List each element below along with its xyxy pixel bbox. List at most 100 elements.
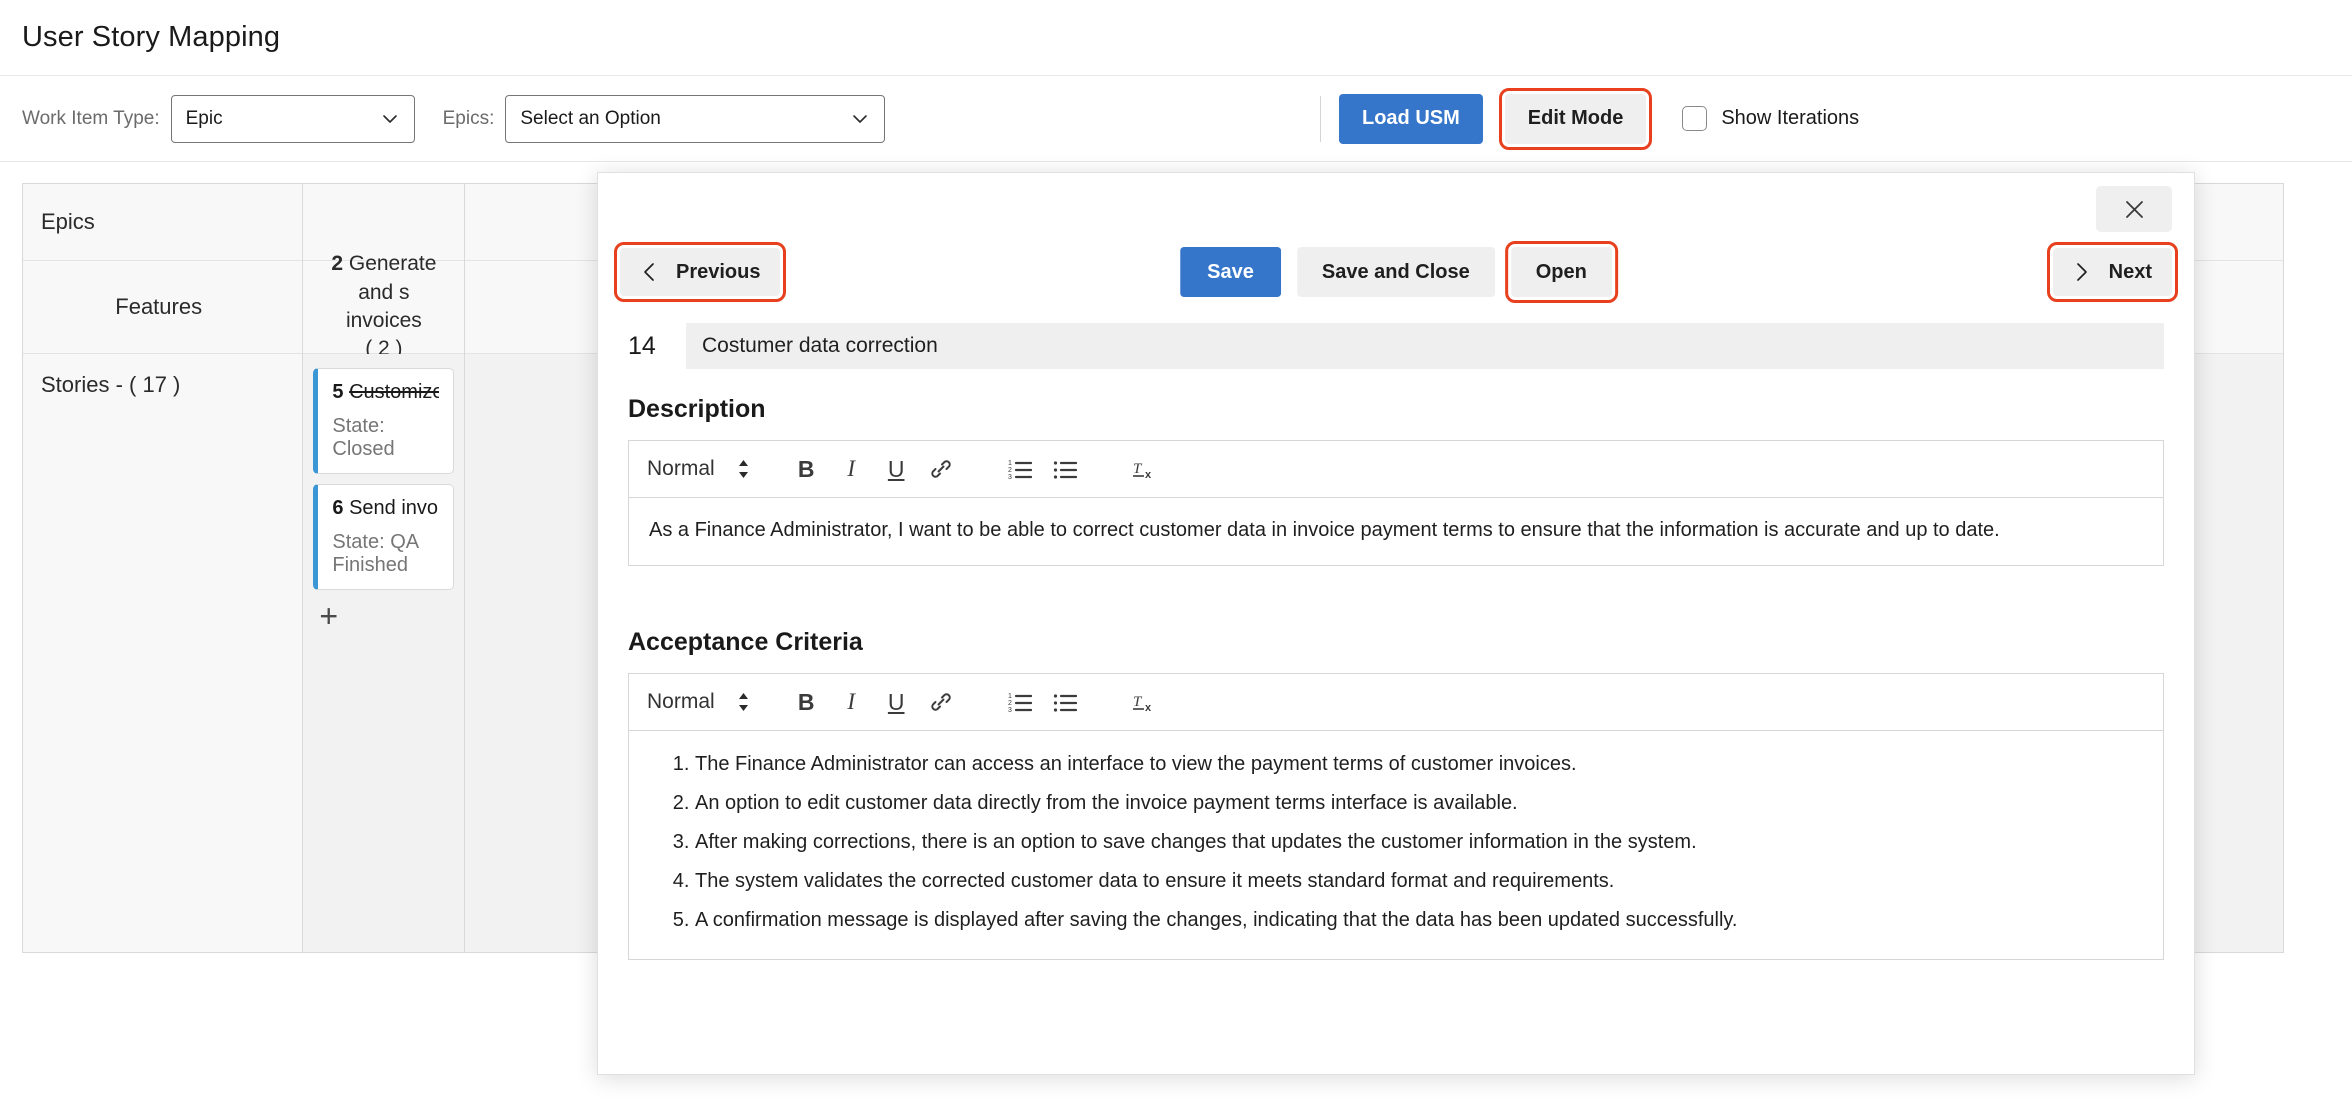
feature-title: 2 Generate and s invoices ( 2 ) bbox=[311, 250, 456, 363]
feature-cell[interactable]: 2 Generate and s invoices ( 2 ) bbox=[303, 261, 464, 354]
work-item-title-input[interactable]: Costumer data correction bbox=[686, 323, 2164, 369]
next-button-wrapper: Next bbox=[2053, 248, 2172, 296]
format-select-value: Normal bbox=[647, 457, 715, 481]
app-header: User Story Mapping bbox=[0, 0, 2352, 76]
bold-icon[interactable]: B bbox=[784, 681, 829, 723]
epics-value: Select an Option bbox=[520, 108, 838, 130]
story-card[interactable]: 6 Send invoice by ma State: QA Finished bbox=[313, 484, 454, 590]
toolbar-divider bbox=[1320, 96, 1321, 142]
chevron-down-icon bbox=[368, 109, 400, 129]
svg-text:x: x bbox=[1145, 702, 1152, 714]
up-down-arrows-icon bbox=[737, 692, 750, 712]
description-heading: Description bbox=[628, 395, 2164, 424]
dialog-topbar bbox=[598, 173, 2194, 235]
chevron-left-icon bbox=[640, 261, 658, 283]
feature-title-text: Generate and s bbox=[349, 252, 437, 303]
italic-icon[interactable]: I bbox=[829, 448, 874, 490]
description-editor-toolbar: Normal B I U 1 2 3 bbox=[629, 441, 2163, 498]
story-state: State: Closed bbox=[332, 415, 439, 461]
link-icon[interactable] bbox=[919, 681, 964, 723]
next-button[interactable]: Next bbox=[2053, 248, 2172, 296]
svg-text:1: 1 bbox=[1008, 693, 1012, 700]
save-and-close-button[interactable]: Save and Close bbox=[1297, 247, 1495, 297]
row-label-epics: Epics bbox=[23, 184, 302, 261]
edit-mode-button[interactable]: Edit Mode bbox=[1505, 94, 1647, 144]
description-editor: Normal B I U 1 2 3 bbox=[628, 440, 2164, 566]
svg-text:2: 2 bbox=[1008, 467, 1012, 474]
show-iterations-checkbox[interactable] bbox=[1682, 106, 1707, 131]
close-button[interactable] bbox=[2096, 186, 2172, 232]
acceptance-criteria-item: A confirmation message is displayed afte… bbox=[695, 901, 2143, 940]
ordered-list-icon[interactable]: 1 2 3 bbox=[998, 448, 1043, 490]
close-icon bbox=[2124, 199, 2145, 220]
stories-cell-1[interactable]: 5 Customize invoice l State: Closed 6 Se… bbox=[303, 354, 464, 952]
svg-text:T: T bbox=[1133, 694, 1143, 710]
acceptance-criteria-list: The Finance Administrator can access an … bbox=[649, 745, 2143, 940]
bullet-list-icon[interactable] bbox=[1043, 448, 1088, 490]
link-icon[interactable] bbox=[919, 448, 964, 490]
work-item-title-row: 14 Costumer data correction bbox=[628, 323, 2164, 369]
format-select-value: Normal bbox=[647, 690, 715, 714]
acceptance-criteria-content[interactable]: The Finance Administrator can access an … bbox=[629, 731, 2163, 959]
section-spacer bbox=[628, 576, 2164, 628]
underline-icon[interactable]: U bbox=[874, 448, 919, 490]
svg-text:1: 1 bbox=[1008, 460, 1012, 467]
story-title-text: Customize invoice l bbox=[349, 381, 439, 403]
work-item-type-label: Work Item Type: bbox=[22, 108, 160, 130]
work-item-detail-dialog: Previous Save Save and Close Open Next 1… bbox=[597, 172, 2195, 1075]
underline-icon[interactable]: U bbox=[874, 681, 919, 723]
row-label-features: Features bbox=[23, 261, 302, 354]
previous-label: Previous bbox=[676, 261, 760, 284]
feature-number: 2 bbox=[331, 252, 343, 275]
load-usm-button[interactable]: Load USM bbox=[1339, 94, 1483, 144]
format-select[interactable]: Normal bbox=[647, 457, 750, 481]
italic-icon[interactable]: I bbox=[829, 681, 874, 723]
description-text[interactable]: As a Finance Administrator, I want to be… bbox=[629, 498, 2163, 565]
acceptance-criteria-item: An option to edit customer data directly… bbox=[695, 784, 2143, 823]
story-number: 5 bbox=[332, 381, 343, 403]
add-story-button[interactable]: + bbox=[319, 600, 338, 632]
dialog-navigation-bar: Previous Save Save and Close Open Next bbox=[598, 235, 2194, 309]
story-card-title: 5 Customize invoice l bbox=[332, 381, 439, 404]
story-number: 6 bbox=[332, 497, 343, 519]
epics-select[interactable]: Select an Option bbox=[505, 95, 885, 143]
clear-format-icon[interactable]: T x bbox=[1122, 681, 1167, 723]
toolbar: Work Item Type: Epic Epics: Select an Op… bbox=[0, 76, 2352, 162]
clear-format-icon[interactable]: T x bbox=[1122, 448, 1167, 490]
svg-text:2: 2 bbox=[1008, 700, 1012, 707]
toolbar-actions: Load USM Edit Mode Show Iterations bbox=[1320, 76, 1859, 161]
acceptance-criteria-heading: Acceptance Criteria bbox=[628, 628, 2164, 657]
svg-text:3: 3 bbox=[1008, 707, 1012, 714]
format-select[interactable]: Normal bbox=[647, 690, 750, 714]
show-iterations-group: Show Iterations bbox=[1682, 106, 1859, 131]
work-item-id: 14 bbox=[628, 332, 664, 361]
work-item-type-select[interactable]: Epic bbox=[171, 95, 415, 143]
work-item-type-value: Epic bbox=[186, 108, 368, 130]
edit-mode-button-wrapper: Edit Mode bbox=[1505, 94, 1647, 144]
dialog-body: 14 Costumer data correction Description … bbox=[598, 309, 2194, 1074]
next-label: Next bbox=[2109, 261, 2152, 284]
story-card[interactable]: 5 Customize invoice l State: Closed bbox=[313, 368, 454, 474]
bold-icon[interactable]: B bbox=[784, 448, 829, 490]
chevron-right-icon bbox=[2073, 261, 2091, 283]
story-map-label-column: Epics Features Stories - ( 17 ) bbox=[23, 184, 303, 952]
acceptance-criteria-editor: Normal B I U 1 2 3 bbox=[628, 673, 2164, 960]
previous-button[interactable]: Previous bbox=[620, 248, 780, 296]
bullet-list-icon[interactable] bbox=[1043, 681, 1088, 723]
chevron-down-icon bbox=[838, 109, 870, 129]
save-button[interactable]: Save bbox=[1180, 247, 1281, 297]
story-card-title: 6 Send invoice by ma bbox=[332, 497, 439, 520]
up-down-arrows-icon bbox=[737, 459, 750, 479]
open-button[interactable]: Open bbox=[1511, 247, 1612, 297]
svg-text:T: T bbox=[1133, 461, 1143, 477]
page-title: User Story Mapping bbox=[22, 21, 280, 54]
feature-title-line2: invoices bbox=[346, 309, 422, 332]
svg-text:x: x bbox=[1145, 469, 1152, 481]
story-state: State: QA Finished bbox=[332, 531, 439, 577]
story-map-column-1[interactable]: 2 Generate and s invoices ( 2 ) 5 Custom… bbox=[303, 184, 465, 952]
acceptance-criteria-item: The Finance Administrator can access an … bbox=[695, 745, 2143, 784]
acceptance-criteria-editor-toolbar: Normal B I U 1 2 3 bbox=[629, 674, 2163, 731]
show-iterations-label: Show Iterations bbox=[1721, 107, 1859, 130]
ordered-list-icon[interactable]: 1 2 3 bbox=[998, 681, 1043, 723]
svg-text:3: 3 bbox=[1008, 474, 1012, 481]
